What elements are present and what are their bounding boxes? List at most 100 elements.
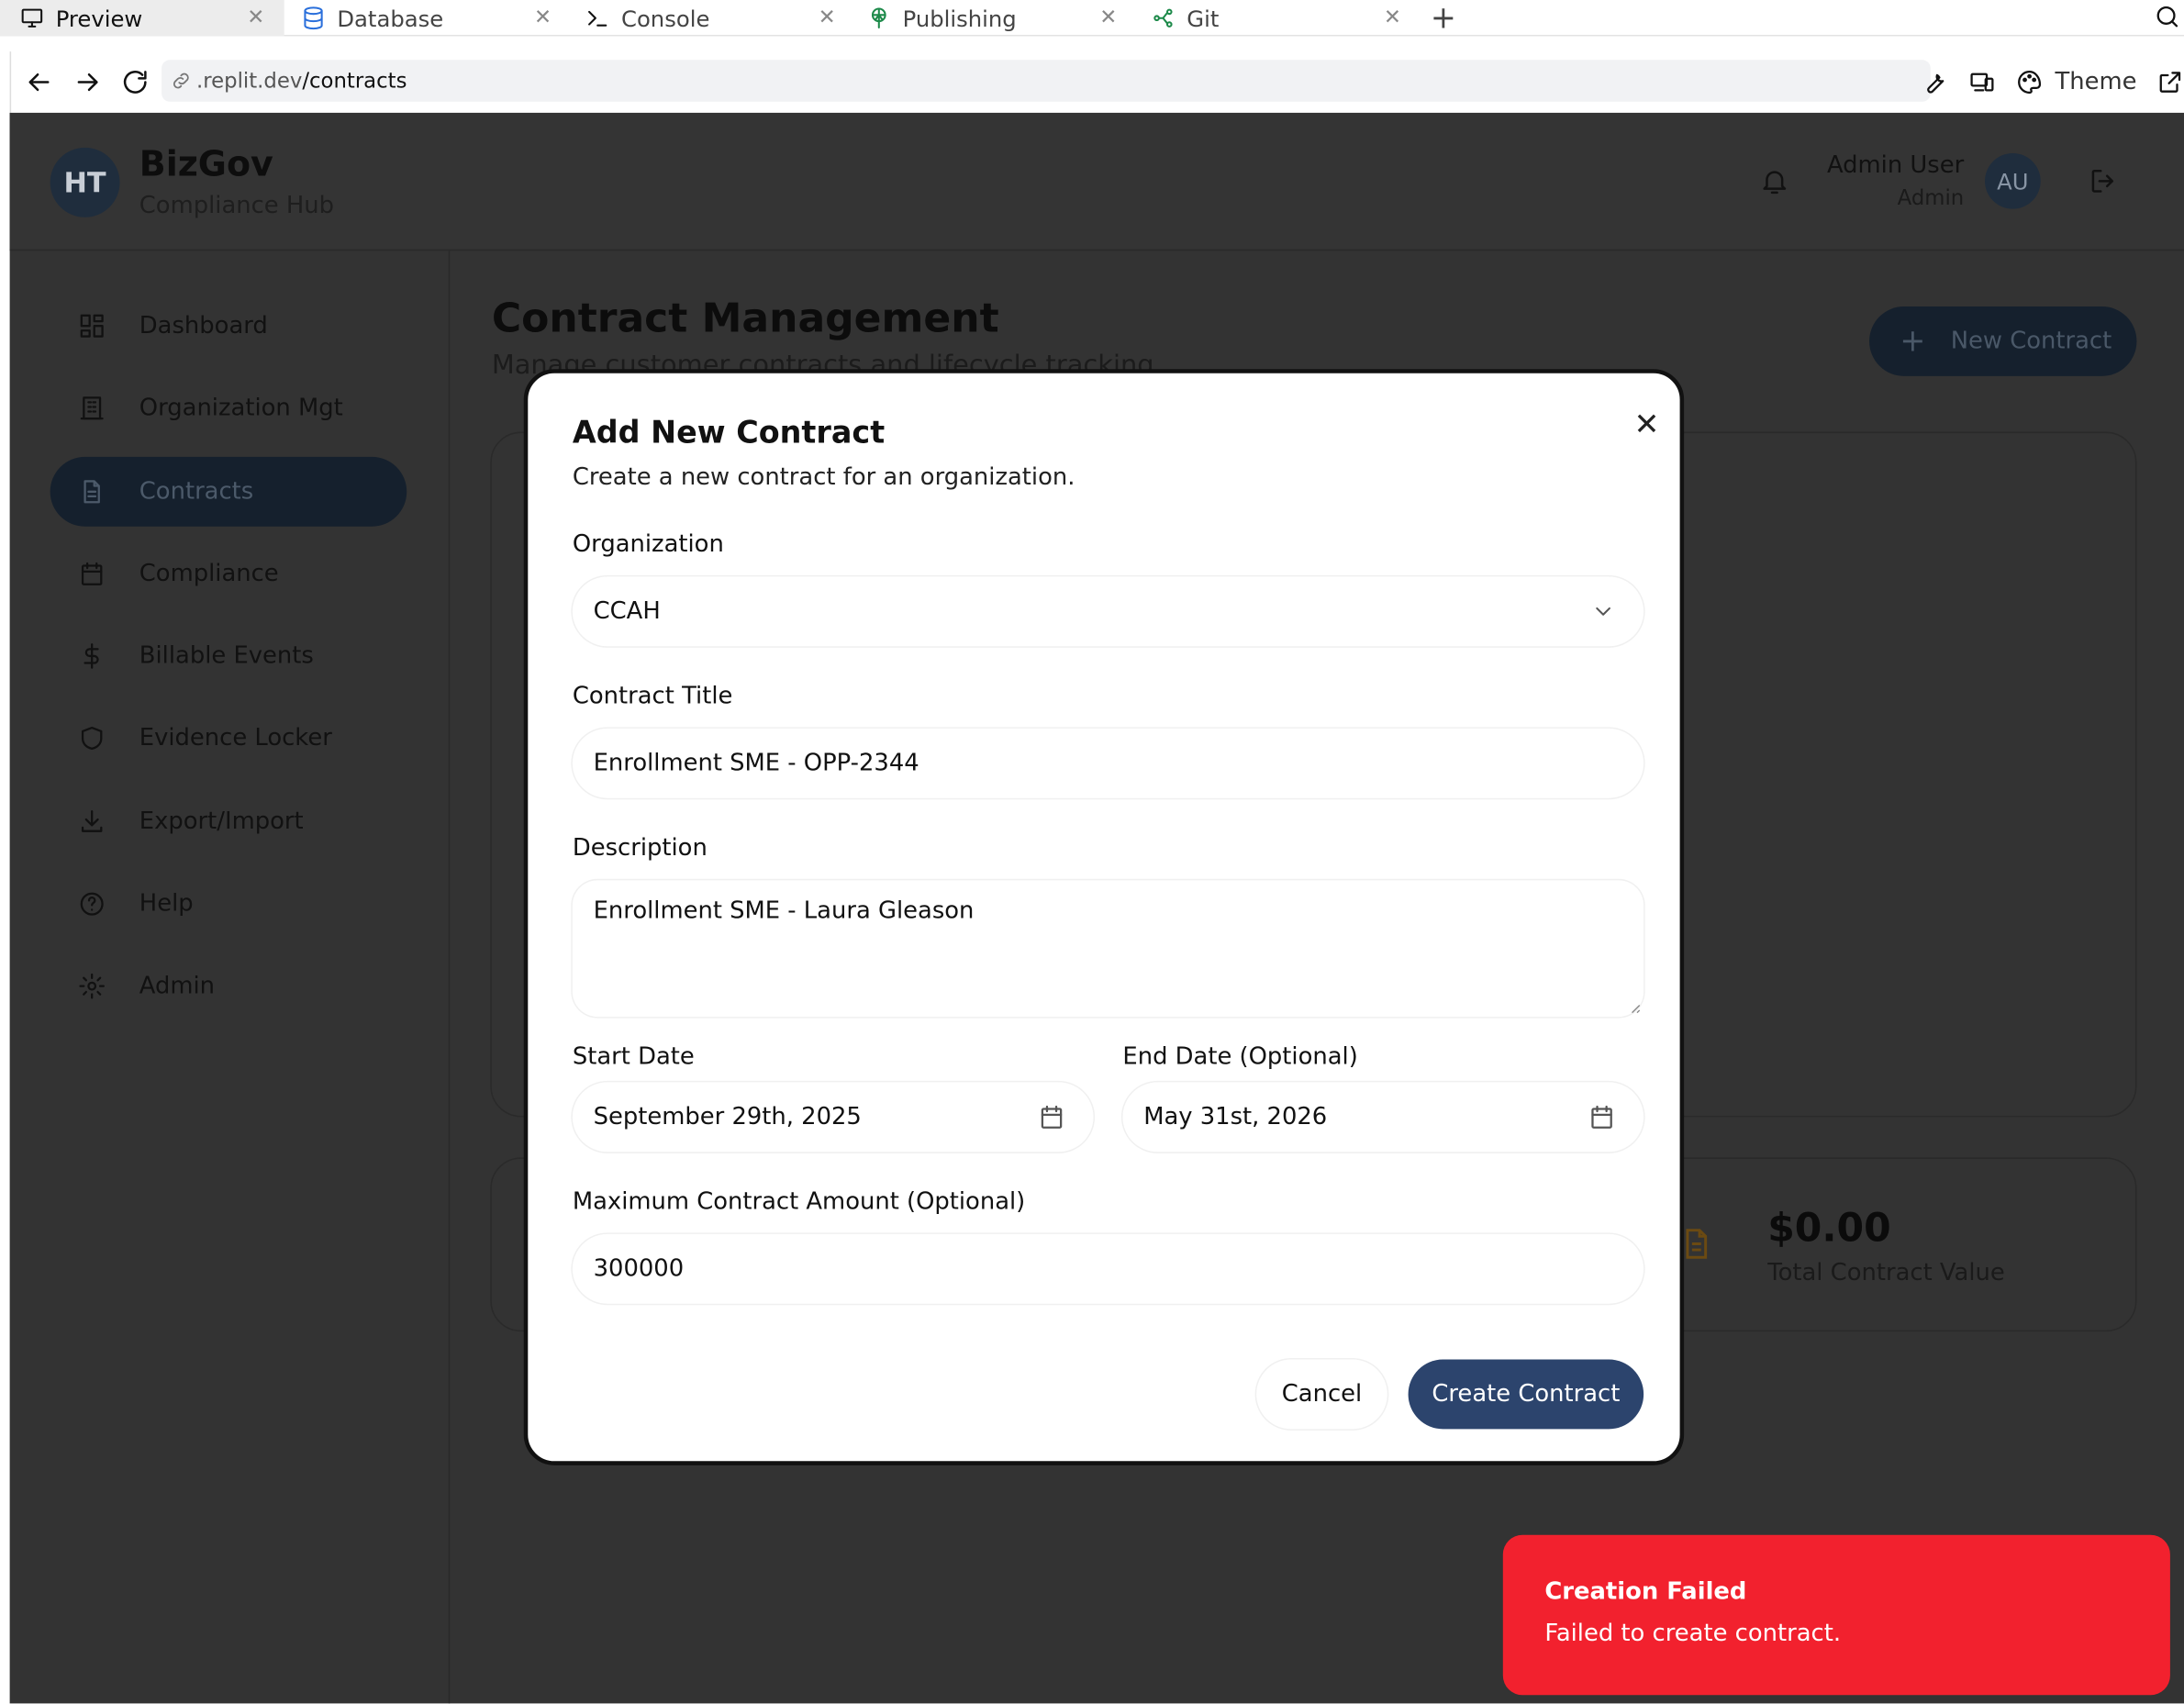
theme-label: Theme [2055,68,2137,96]
sidebar-item-label: Help [139,889,194,919]
sidebar-item-label: Billable Events [139,641,314,671]
avatar[interactable]: AU [1985,152,2041,209]
close-icon[interactable]: ✕ [1633,408,1659,443]
download-icon [81,810,103,832]
url-field[interactable]: .replit.dev/contracts [162,60,1931,102]
brand-name: BizGov [139,143,273,184]
sidebar-item-help[interactable]: Help [50,869,407,939]
tab-label: Database [337,5,444,32]
start-date-picker[interactable]: September 29th, 2025 [572,1082,1094,1153]
url-host: .replit.dev [196,68,303,94]
document-icon [84,480,100,504]
sidebar-item-export-import[interactable]: Export/Import [50,787,407,857]
gear-icon [79,973,105,999]
amount-value: 300000 [593,1254,685,1283]
database-icon [304,6,323,30]
theme-button[interactable]: Theme [2016,68,2137,96]
sidebar-item-billable-events[interactable]: Billable Events [50,621,407,691]
tab-label: Preview [55,5,143,32]
organization-label: Organization [572,530,724,559]
chevron-down-icon [1596,607,1610,616]
end-date-value: May 31st, 2026 [1143,1103,1328,1131]
dialog-subtitle: Create a new contract for an organizatio… [572,463,1075,492]
sidebar-item-compliance[interactable]: Compliance [50,539,407,608]
sidebar-item-evidence-locker[interactable]: Evidence Locker [50,704,407,774]
tab-label: Git [1187,5,1220,32]
contract-title-input[interactable]: Enrollment SME - OPP-2344 [572,728,1644,798]
tab-preview[interactable]: Preview ✕ [0,0,284,37]
devices-icon[interactable] [1968,68,1996,95]
sidebar-item-contracts[interactable]: Contracts [50,456,407,527]
resize-handle-icon[interactable] [1628,1001,1641,1014]
create-contract-button[interactable]: Create Contract [1408,1359,1644,1430]
sidebar-item-label: Evidence Locker [139,724,332,752]
sidebar-item-label: Compliance [139,560,279,588]
tab-label: Console [620,5,710,32]
tab-database[interactable]: Database ✕ [301,0,571,36]
wrench-icon[interactable] [1922,68,1949,95]
sidebar-item-label: Organization Mgt [139,394,343,422]
sidebar-item-label: Admin [139,972,216,1000]
tab-label: Publishing [902,5,1017,32]
add-contract-dialog: ✕ Add New Contract Create a new contract… [523,369,1685,1465]
user-name: Admin User [1826,151,1965,180]
close-icon[interactable]: ✕ [1099,5,1117,29]
organization-select[interactable]: CCAH [572,576,1644,647]
tab-git[interactable]: Git ✕ [1151,0,1421,36]
dashboard-icon [80,314,104,338]
total-contract-value-label: Total Contract Value [1767,1259,2005,1287]
cancel-button[interactable]: Cancel [1256,1359,1387,1430]
user-role: Admin [1897,184,1965,211]
git-icon [1153,8,1173,28]
workspace-tab-bar: Preview ✕ Database ✕ Console ✕ Publishin… [0,0,2184,36]
start-date-label: Start Date [572,1042,695,1072]
end-date-picker[interactable]: May 31st, 2026 [1122,1082,1644,1153]
end-date-label: End Date (Optional) [1122,1042,1358,1072]
plus-icon: + [1900,323,1926,359]
sidebar: Dashboard Organization Mgt Contracts Com… [10,251,451,1704]
new-tab-icon[interactable]: + [1431,2,1456,37]
error-toast: Creation Failed Failed to create contrac… [1502,1534,2170,1696]
close-icon[interactable]: ✕ [1384,5,1401,29]
amount-input[interactable]: 300000 [572,1233,1644,1304]
url-path: /contracts [302,68,407,94]
dollar-icon [84,643,99,669]
back-arrow-icon[interactable] [24,67,54,97]
close-icon[interactable]: ✕ [534,5,552,29]
tab-publishing[interactable]: Publishing ✕ [866,0,1136,36]
palette-icon [2018,71,2042,95]
description-value: Enrollment SME - Laura Gleason [593,897,975,925]
close-icon[interactable]: ✕ [247,5,264,29]
search-icon[interactable] [2154,3,2181,30]
calendar-icon [1591,1105,1612,1129]
brand-subtitle: Compliance Hub [139,192,335,220]
forward-arrow-icon[interactable] [72,67,103,97]
logout-icon[interactable] [2088,166,2118,196]
new-contract-button[interactable]: + New Contract [1869,306,2137,376]
help-icon [80,892,104,916]
building-icon [80,396,104,420]
reload-icon[interactable] [120,67,150,97]
open-external-icon[interactable] [2156,68,2184,95]
description-label: Description [572,834,708,863]
tab-console[interactable]: Console ✕ [585,0,855,36]
sidebar-item-organization[interactable]: Organization Mgt [50,373,407,443]
calendar-icon [81,562,103,585]
link-icon [173,72,189,89]
sidebar-item-dashboard[interactable]: Dashboard [50,291,407,361]
toast-title: Creation Failed [1544,1577,1747,1607]
toast-message: Failed to create contract. [1544,1620,1842,1648]
page-title: Contract Management [491,294,999,341]
sidebar-item-admin[interactable]: Admin [50,952,407,1021]
terminal-icon [588,10,607,27]
description-textarea[interactable]: Enrollment SME - Laura Gleason [572,880,1644,1018]
sidebar-item-label: Export/Import [139,807,304,836]
new-contract-label: New Contract [1950,327,2112,356]
amount-label: Maximum Contract Amount (Optional) [572,1187,1026,1217]
monitor-icon [21,8,43,28]
bell-icon[interactable] [1759,166,1789,196]
shield-icon [81,726,103,751]
logo: HT [50,147,120,217]
close-icon[interactable]: ✕ [819,5,836,29]
sidebar-item-label: Dashboard [139,312,268,340]
